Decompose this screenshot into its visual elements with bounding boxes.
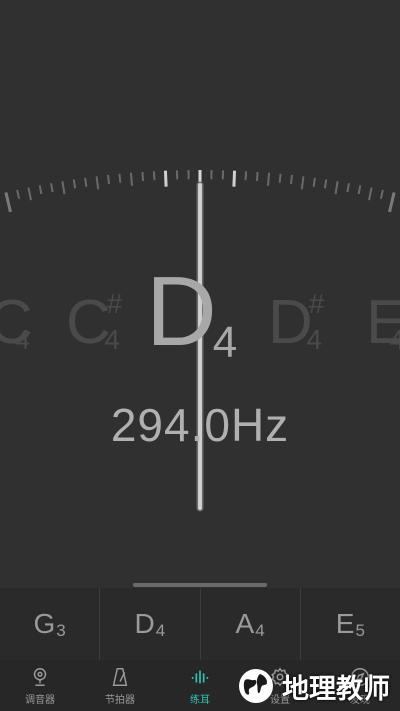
neighbor-note-d-sharp-4: D#4 [268,288,325,357]
current-note: D4 [146,262,237,365]
tuner-pin-icon [33,668,47,686]
dial-tick [61,181,66,195]
watermark: 地理教师 [236,666,390,706]
dial-tick [141,171,145,181]
dial-tick [367,187,373,201]
dial-tick [278,173,282,183]
dial-tick [72,179,77,189]
dial-tick [255,171,259,181]
dial-tick [312,177,316,187]
dial-tick [323,179,328,189]
dial-tick [357,185,362,195]
tab-tuner[interactable]: 调音器 [0,660,80,711]
dial-tick [118,173,122,183]
dial-tick [107,174,110,185]
dial-tick [300,176,305,190]
neighbor-note-e4: E4 [366,288,400,357]
dial-tick [4,192,12,213]
neighbor-note-c4: C4 [0,288,33,357]
dial-tick [388,192,396,213]
dial-tick [129,172,134,186]
dial-tick [163,170,168,187]
dial-tick [27,187,33,201]
ear-training-icon [191,670,209,684]
neighbor-note-c-sharp-4: C#4 [66,288,123,357]
dial-tick [38,185,43,195]
current-note-octave: 4 [212,318,238,367]
tab-metronome[interactable]: 节拍器 [80,660,160,711]
dial-tick [379,189,384,199]
string-button-g3[interactable]: G3 [0,588,101,660]
string-button-e5[interactable]: E5 [301,588,400,660]
panel-drag-handle[interactable] [133,583,267,587]
dial-tick [346,182,350,193]
dial-tick [50,182,54,193]
string-button-a4[interactable]: A4 [201,588,301,660]
dial-tick [266,172,271,186]
metronome-icon [112,668,128,686]
dial-tick [95,176,100,190]
dial-tick [232,170,237,187]
dial-tick [290,174,293,185]
string-button-d4[interactable]: D4 [100,588,201,660]
frequency-readout: 294.0Hz [110,399,290,451]
dial-tick [334,181,339,195]
dial-tick [16,189,21,199]
string-selector: G3 D4 A4 E5 [0,588,400,660]
current-note-letter: D [146,256,217,366]
tab-ear-training[interactable]: 练耳 [160,660,240,711]
globe-logo-icon [239,669,273,703]
dial-tick [84,177,88,187]
